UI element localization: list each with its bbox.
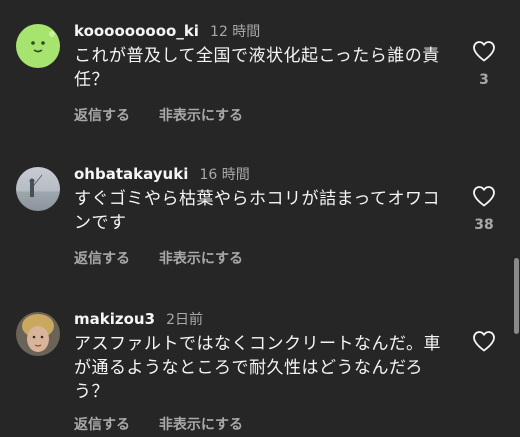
comment-text: アスファルトではなくコンクリートなんだ。車が通るようなところで耐久性はどうなんだ… xyxy=(74,334,441,402)
comment-meta: kooooooooo_ki 12 時間 xyxy=(74,20,260,43)
like-control: 38 xyxy=(464,185,504,233)
reply-button[interactable]: 返信する xyxy=(74,251,130,267)
comment-username[interactable]: kooooooooo_ki xyxy=(74,22,199,40)
comment-actions: 返信する 非表示にする xyxy=(74,248,267,268)
avatar-green-face xyxy=(16,24,60,68)
comment-meta: ohbatakayuki 16 時間 xyxy=(74,163,250,186)
heart-outline-icon[interactable] xyxy=(472,185,496,207)
reply-button[interactable]: 返信する xyxy=(74,108,130,124)
like-control: 3 xyxy=(464,40,504,88)
avatar-beach-photo xyxy=(16,167,60,211)
comments-panel: kooooooooo_ki 12 時間 これが普及して全国で液状化起こったら誰の… xyxy=(0,0,520,437)
comment-actions: 返信する 非表示にする xyxy=(74,414,267,434)
avatar[interactable] xyxy=(16,167,60,211)
comment-text: これが普及して全国で液状化起こったら誰の責任？ xyxy=(74,46,440,90)
comment-username[interactable]: makizou3 xyxy=(74,310,155,328)
comment-meta: makizou3 2日前 xyxy=(74,308,203,331)
comment-time: 2日前 xyxy=(166,312,204,328)
avatar-person-photo xyxy=(16,312,60,356)
avatar[interactable] xyxy=(16,312,60,356)
hide-button[interactable]: 非表示にする xyxy=(159,417,243,433)
comment-time: 16 時間 xyxy=(199,167,250,183)
comment-text: すぐゴミやら枯葉やらホコリが詰まってオワコンです xyxy=(74,189,440,233)
hide-button[interactable]: 非表示にする xyxy=(159,108,243,124)
heart-outline-icon[interactable] xyxy=(472,330,496,352)
reply-button[interactable]: 返信する xyxy=(74,417,130,433)
like-control xyxy=(464,330,504,352)
comment-item: kooooooooo_ki 12 時間 これが普及して全国で液状化起こったら誰の… xyxy=(0,20,520,130)
avatar[interactable] xyxy=(16,24,60,68)
heart-outline-icon[interactable] xyxy=(472,40,496,62)
like-count: 38 xyxy=(474,217,494,233)
comment-time: 12 時間 xyxy=(210,24,261,40)
comment-item: ohbatakayuki 16 時間 すぐゴミやら枯葉やらホコリが詰まってオワコ… xyxy=(0,163,520,273)
comment-actions: 返信する 非表示にする xyxy=(74,105,267,125)
hide-button[interactable]: 非表示にする xyxy=(159,251,243,267)
comment-username[interactable]: ohbatakayuki xyxy=(74,165,188,183)
comment-item: makizou3 2日前 アスファルトではなくコンクリートなんだ。車が通るような… xyxy=(0,308,520,437)
scrollbar[interactable] xyxy=(514,258,519,334)
like-count: 3 xyxy=(479,72,489,88)
